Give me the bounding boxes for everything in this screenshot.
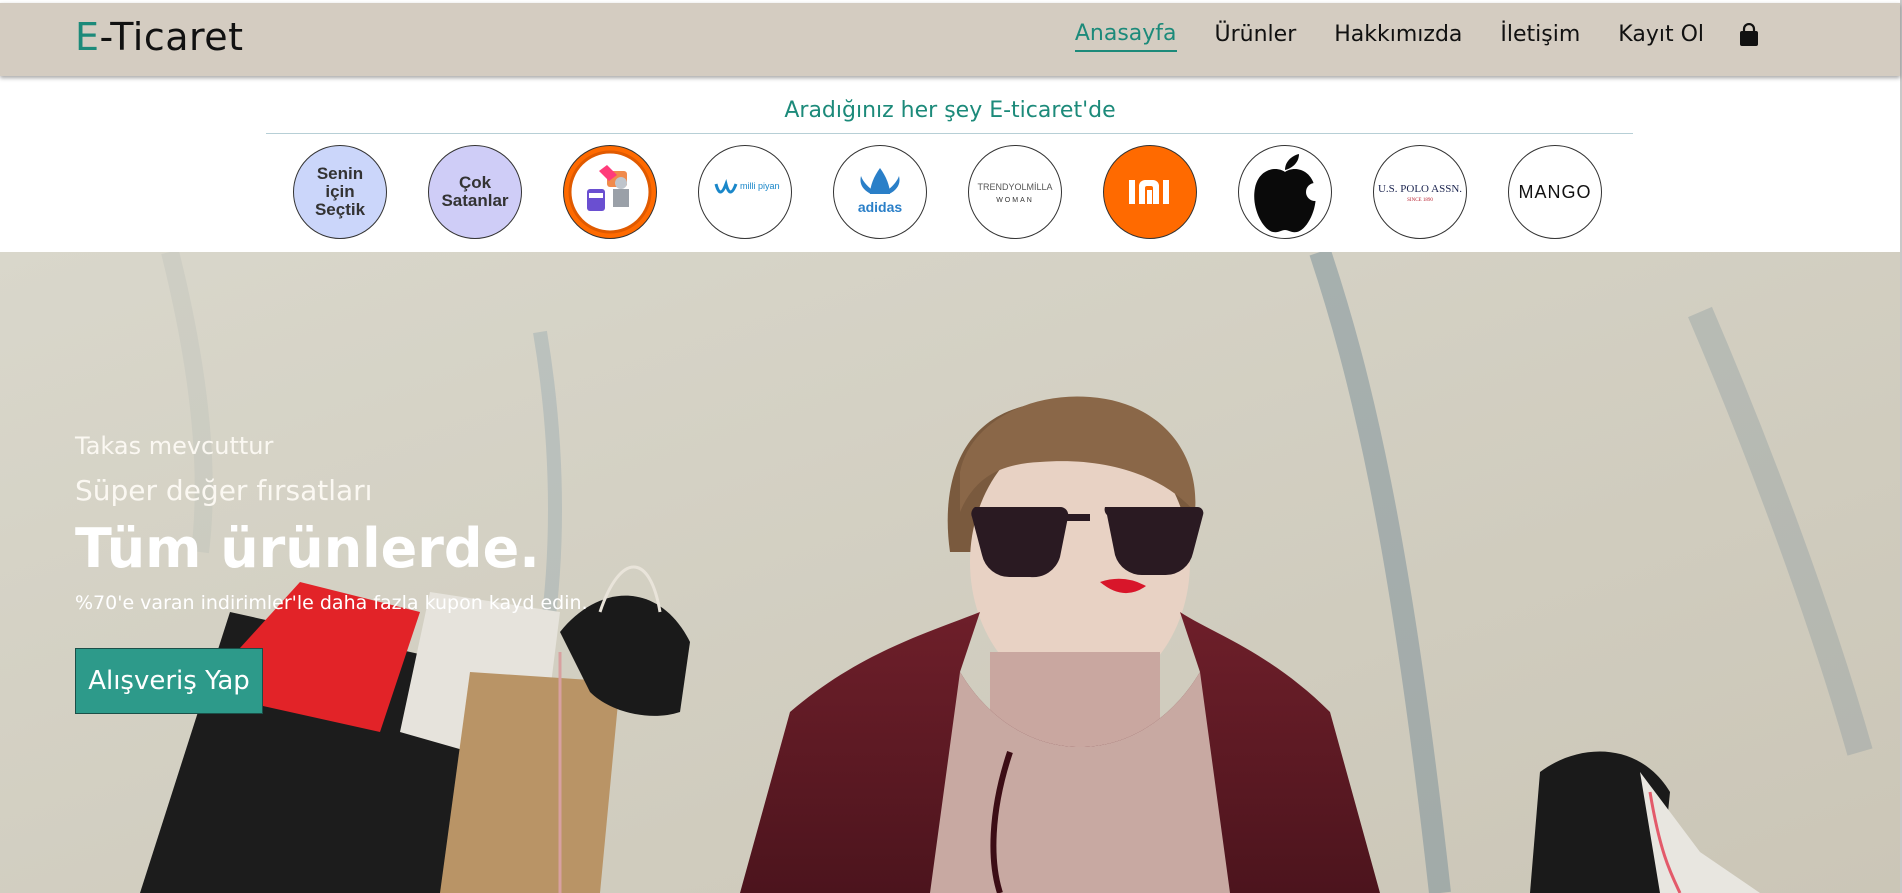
hero-subheading: Süper değer fırsatları bbox=[75, 474, 373, 507]
nav-link-about[interactable]: Hakkımızda bbox=[1334, 22, 1462, 51]
brand-apple[interactable] bbox=[1238, 145, 1332, 239]
site-logo[interactable]: E-Ticaret bbox=[75, 15, 244, 59]
brand-milli-piyango[interactable]: milli piyango bbox=[698, 145, 792, 239]
gaming-chair-icon bbox=[568, 150, 652, 234]
nav-link-register[interactable]: Kayıt Ol bbox=[1618, 22, 1704, 51]
shopping-bag-icon[interactable] bbox=[1738, 22, 1760, 47]
brand-xiaomi[interactable] bbox=[1103, 145, 1197, 239]
svg-text:SINCE 1890: SINCE 1890 bbox=[1407, 198, 1433, 203]
svg-text:TRENDYOLMİLLA: TRENDYOLMİLLA bbox=[977, 182, 1052, 192]
nav-link-contact[interactable]: İletişim bbox=[1500, 22, 1580, 51]
hero-banner: Takas mevcuttur Süper değer fırsatları T… bbox=[0, 252, 1900, 893]
svg-text:WOMAN: WOMAN bbox=[996, 197, 1034, 204]
shop-now-button[interactable]: Alışveriş Yap bbox=[75, 648, 263, 714]
brand-cok-satanlar[interactable]: Çok Satanlar bbox=[428, 145, 522, 239]
brand-carousel: Senin için Seçtik Çok Satanlar milli piy… bbox=[293, 145, 1602, 239]
brand-mango[interactable]: MANGO bbox=[1508, 145, 1602, 239]
brand-trendyol-milla[interactable]: TRENDYOLMİLLA WOMAN bbox=[968, 145, 1062, 239]
hero-headline: Tüm ürünlerde. bbox=[75, 517, 540, 580]
svg-text:U.S. POLO ASSN.: U.S. POLO ASSN. bbox=[1378, 183, 1462, 195]
svg-text:milli piyango: milli piyango bbox=[740, 181, 780, 191]
brand-us-polo-assn[interactable]: U.S. POLO ASSN. SINCE 1890 bbox=[1373, 145, 1467, 239]
brand-gaming[interactable] bbox=[563, 145, 657, 239]
brand-adidas[interactable]: adidas bbox=[833, 145, 927, 239]
svg-text:adidas: adidas bbox=[858, 199, 903, 215]
tagline-divider bbox=[266, 133, 1633, 134]
svg-text:MANGO: MANGO bbox=[1518, 182, 1591, 202]
top-navbar: E-Ticaret Anasayfa Ürünler Hakkımızda İl… bbox=[0, 3, 1900, 76]
nav-link-products[interactable]: Ürünler bbox=[1215, 22, 1297, 51]
apple-icon bbox=[1254, 154, 1324, 233]
brand-senin-icin-sectik[interactable]: Senin için Seçtik bbox=[293, 145, 387, 239]
nav-link-home[interactable]: Anasayfa bbox=[1074, 21, 1177, 52]
hero-description: %70'e varan indirimler'le daha fazla kup… bbox=[75, 592, 588, 614]
tagline: Aradığınız her şey E-ticaret'de bbox=[784, 98, 1116, 123]
hero-kicker: Takas mevcuttur bbox=[75, 432, 274, 460]
main-nav: Anasayfa Ürünler Hakkımızda İletişim Kay… bbox=[1074, 21, 1760, 52]
